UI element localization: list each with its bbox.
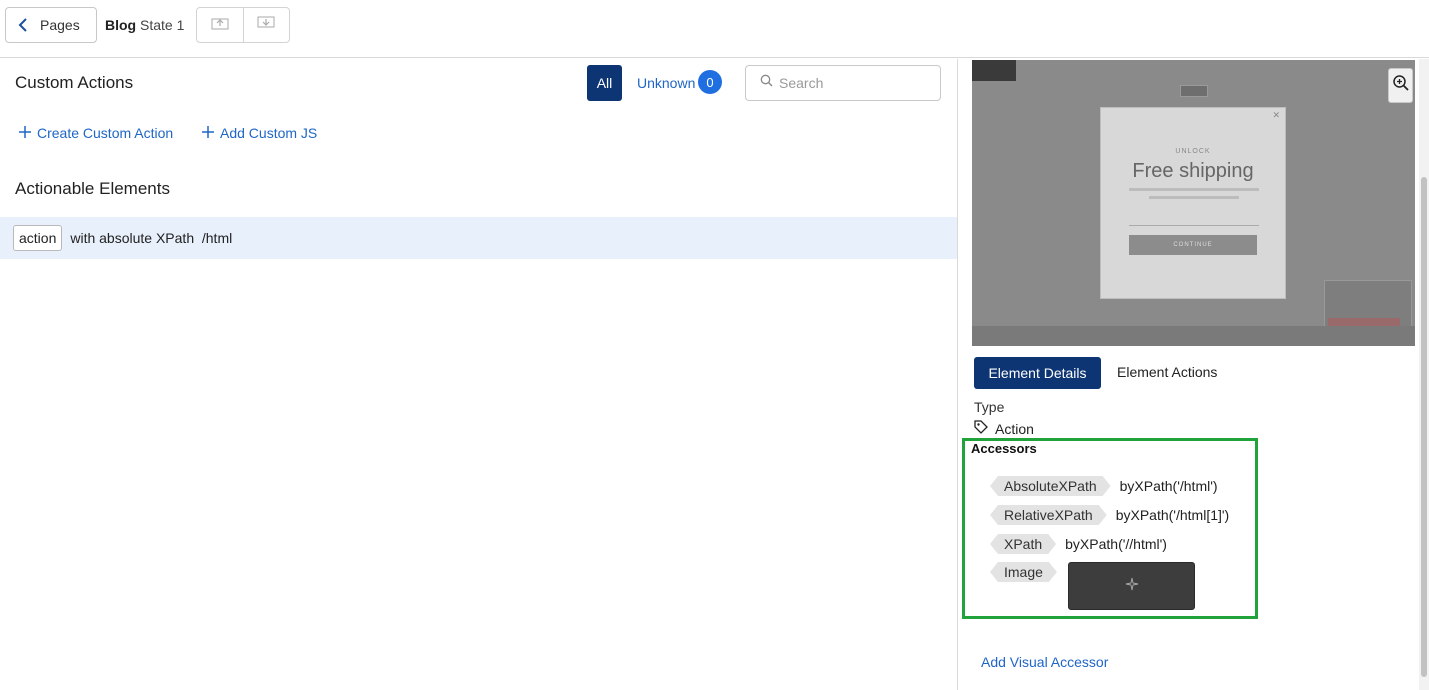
- add-custom-js-label: Add Custom JS: [220, 125, 318, 141]
- search-box[interactable]: [745, 65, 941, 101]
- left-panel: Custom Actions All Unknown 0 Create Cust…: [0, 59, 958, 690]
- preview-line: [1129, 188, 1259, 191]
- preview-continue-button: CONTINUE: [1129, 235, 1257, 255]
- create-custom-action-link[interactable]: Create Custom Action: [19, 125, 173, 141]
- filter-all-button[interactable]: All: [587, 65, 622, 101]
- search-icon: [760, 74, 773, 92]
- accessor-row[interactable]: Image: [990, 562, 1057, 582]
- accessor-value: byXPath('/html[1]'): [1115, 507, 1230, 523]
- preview-top-button: [1180, 85, 1208, 97]
- download-button[interactable]: [242, 8, 290, 42]
- download-icon: [257, 16, 275, 35]
- plus-icon: [202, 125, 214, 141]
- preview-header-block: [972, 60, 1016, 81]
- chevron-left-icon: [6, 18, 40, 32]
- preview-modal: ✕ UNLOCK Free shipping CONTINUE: [1100, 107, 1286, 299]
- breadcrumb-page[interactable]: Blog: [105, 17, 136, 33]
- accessor-row[interactable]: XPath byXPath('//html'): [990, 534, 1167, 554]
- accessor-row[interactable]: RelativeXPath byXPath('/html[1]'): [990, 505, 1229, 525]
- add-visual-accessor-link[interactable]: Add Visual Accessor: [981, 654, 1108, 670]
- accessor-name: Image: [990, 562, 1057, 582]
- accessor-image-thumbnail[interactable]: [1068, 562, 1195, 610]
- preview-input: [1129, 216, 1259, 226]
- plus-icon: [19, 125, 31, 141]
- right-panel: ✕ UNLOCK Free shipping CONTINUE Element …: [959, 59, 1429, 690]
- unknown-count-badge: 0: [698, 70, 722, 94]
- upload-button[interactable]: [197, 8, 243, 42]
- add-custom-js-link[interactable]: Add Custom JS: [202, 125, 317, 141]
- accessor-name: XPath: [990, 534, 1056, 554]
- tag-icon: [974, 420, 988, 437]
- import-export-group: [196, 7, 290, 43]
- accessor-row[interactable]: AbsoluteXPath byXPath('/html'): [990, 476, 1218, 496]
- list-item[interactable]: action with absolute XPath /html: [0, 217, 957, 259]
- sparkle-icon: [1125, 577, 1139, 596]
- accessor-value: byXPath('//html'): [1065, 536, 1167, 552]
- element-type-chip: action: [13, 225, 63, 251]
- search-input[interactable]: [779, 75, 929, 91]
- scrollbar-thumb[interactable]: [1421, 177, 1427, 677]
- pages-label: Pages: [40, 17, 80, 33]
- element-description: with absolute XPath /html: [70, 230, 233, 246]
- top-bar: Pages Blog State 1: [0, 0, 1429, 58]
- right-panel-scrollbar[interactable]: [1419, 59, 1429, 690]
- preview-headline: Free shipping: [1132, 160, 1254, 182]
- preview-unlock-text: UNLOCK: [1175, 148, 1211, 155]
- tab-element-actions[interactable]: Element Actions: [1117, 364, 1217, 380]
- close-icon: ✕: [1272, 110, 1280, 120]
- accessors-title: Accessors: [971, 441, 1037, 456]
- zoom-in-button[interactable]: [1388, 68, 1413, 103]
- type-label: Type: [974, 399, 1005, 415]
- filter-unknown-button[interactable]: Unknown: [637, 75, 695, 91]
- accessor-name: RelativeXPath: [990, 505, 1107, 525]
- accessor-name: AbsoluteXPath: [990, 476, 1111, 496]
- preview-bottom-bar: [972, 326, 1415, 346]
- page-preview-screenshot: ✕ UNLOCK Free shipping CONTINUE: [972, 60, 1415, 346]
- accessor-value: byXPath('/html'): [1119, 478, 1218, 494]
- zoom-in-icon: [1392, 74, 1410, 97]
- pages-back-button[interactable]: Pages: [5, 7, 97, 43]
- type-value-row: Action: [974, 420, 1034, 437]
- create-custom-action-label: Create Custom Action: [37, 125, 174, 141]
- type-value: Action: [995, 420, 1034, 437]
- preview-line: [1149, 196, 1239, 199]
- tab-element-details[interactable]: Element Details: [974, 357, 1101, 389]
- breadcrumb-state[interactable]: State 1: [140, 17, 184, 33]
- custom-actions-title: Custom Actions: [15, 73, 134, 92]
- actionable-elements-title: Actionable Elements: [15, 179, 170, 198]
- upload-icon: [211, 16, 229, 35]
